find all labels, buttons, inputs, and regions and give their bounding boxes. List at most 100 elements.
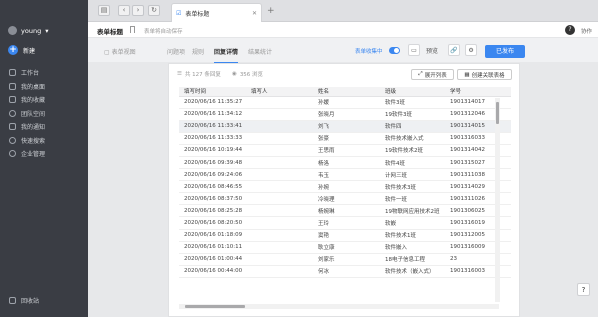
form-title[interactable]: 表单标题: [97, 26, 123, 36]
avatar: [8, 26, 17, 35]
sidebar-item-search[interactable]: 快速搜索: [9, 134, 85, 148]
table-cell: [246, 156, 313, 170]
table-cell: [246, 144, 313, 157]
bell-icon: [9, 123, 16, 131]
form-checkbox-icon: ☑: [176, 9, 182, 17]
sidebar: young ▾ + 新建 工作台 我的桌面 我的收藏 团队空间 我的通知 快速搜…: [0, 0, 88, 317]
sidebar-item-notifications[interactable]: 我的通知: [9, 120, 85, 134]
add-tab-icon[interactable]: +: [267, 6, 275, 16]
tab-responses[interactable]: 回复详情: [214, 47, 239, 63]
table-cell: 1901311026: [445, 192, 511, 206]
preview-button[interactable]: 预览: [423, 44, 441, 56]
table-cell: 2020/06/16 11:35:27: [179, 96, 246, 109]
create-table-label: 创建关联表格: [471, 72, 505, 79]
table-row[interactable]: 2020/06/16 08:20:50 王玲 软嵌 1901316019: [179, 216, 511, 230]
desktop-icon: [9, 82, 16, 90]
column-header[interactable]: 班级: [380, 87, 445, 97]
chevron-left-icon: ‹: [122, 6, 126, 14]
chevron-right-icon: ›: [136, 6, 140, 14]
tab-statistics[interactable]: 结果统计: [248, 47, 272, 56]
new-button-label: 新建: [23, 47, 36, 55]
table-cell: 1901306025: [445, 204, 511, 218]
table-cell: [246, 180, 313, 194]
scrollbar-thumb[interactable]: [185, 305, 245, 308]
gear-icon: ⚙: [468, 46, 474, 54]
table-cell: 韦玉: [313, 168, 380, 182]
column-header[interactable]: 姓名: [313, 87, 380, 97]
tab-form-view[interactable]: ▢ 表单视图: [104, 47, 136, 56]
sidebar-item-label: 工作台: [21, 70, 40, 78]
collect-toggle[interactable]: [389, 47, 400, 54]
table-row[interactable]: 2020/06/16 08:46:55 孙婉 软件技术3班 1901314029: [179, 180, 511, 194]
refresh-button[interactable]: ↻: [148, 5, 160, 16]
create-table-button[interactable]: ▦ 创建关联表格: [457, 69, 512, 80]
column-header[interactable]: 填写人: [246, 87, 313, 97]
chevron-down-icon: ▾: [45, 26, 49, 35]
vertical-scrollbar[interactable]: [495, 98, 500, 302]
settings-button[interactable]: ⚙: [465, 44, 477, 56]
table-row[interactable]: 2020/06/16 11:33:33 张豪 软件技术嵌入式 1901316033: [179, 132, 511, 145]
table-cell: 19物联网应用技术2班: [380, 204, 445, 218]
table-cell: 18电子信息工程: [380, 253, 445, 266]
table-cell: 软件四: [380, 120, 445, 133]
table-row[interactable]: 2020/06/16 09:24:06 韦玉 计网三班 1901311038: [179, 168, 511, 182]
table-cell: [246, 120, 313, 133]
sidebar-item-desktop[interactable]: 我的桌面: [9, 80, 85, 94]
horizontal-scrollbar[interactable]: [179, 304, 499, 309]
table-row[interactable]: 2020/06/16 08:25:28 杨婉琳 19物联网应用技术2班 1901306…: [179, 204, 511, 218]
table-cell: 软件技术3班: [380, 180, 445, 194]
table-cell: 何冰: [313, 265, 380, 278]
table-row[interactable]: 2020/06/16 10:19:44 王思雨 19软件技术2班 1901314042: [179, 144, 511, 157]
monitor-icon: ▭: [411, 46, 417, 54]
table-row[interactable]: 2020/06/16 09:39:48 杨洛 软件4班 1901315027: [179, 156, 511, 170]
table-cell: 23: [445, 253, 511, 266]
table-cell: 软件技术（嵌入式）: [380, 265, 445, 278]
sidebar-item-favorites[interactable]: 我的收藏: [9, 93, 85, 107]
user-menu[interactable]: young ▾: [8, 26, 48, 35]
help-icon[interactable]: ?: [565, 25, 575, 35]
form-view-icon: ▢: [104, 49, 112, 56]
table-cell: [246, 168, 313, 182]
table-row[interactable]: 2020/06/16 01:10:11 耿立康 软件嵌入 1901316009: [179, 241, 511, 254]
tab-label: 表单视图: [111, 49, 136, 56]
sub-toolbar: ▢ 表单视图 问题项 规则 回复详情 结果统计 表单收集中 ▭ 预览 🔗 ⚙ 已…: [88, 38, 598, 63]
sidebar-item-enterprise[interactable]: 企业管理: [9, 147, 85, 161]
table-cell: [246, 192, 313, 206]
tab-questions[interactable]: 问题项: [167, 47, 185, 56]
tab-rules[interactable]: 规则: [192, 47, 204, 56]
bookmark-icon[interactable]: [130, 26, 135, 33]
sidebar-item-recycle[interactable]: 回收站: [9, 296, 39, 305]
table-row[interactable]: 2020/06/16 11:34:12 张晓月 19软件3班 1901312046: [179, 108, 511, 121]
table-row[interactable]: 2020/06/16 08:37:50 冷晓理 软件一班 1901311026: [179, 192, 511, 206]
table-row[interactable]: 2020/06/16 01:00:44 刘家乐 18电子信息工程 23: [179, 253, 511, 266]
sidebar-item-label: 我的通知: [21, 124, 46, 132]
back-button[interactable]: ‹: [118, 5, 130, 16]
table-cell: 耿立康: [313, 241, 380, 254]
table-row[interactable]: 2020/06/16 11:35:27 孙媛 软件3班 1901314017: [179, 96, 511, 109]
table-cell: 王玲: [313, 216, 380, 230]
sidebar-toggle-button[interactable]: ▤: [98, 5, 110, 16]
tab-form[interactable]: ☑ 表单标题 ✕: [171, 3, 262, 22]
expand-list-button[interactable]: ⤢ 展开列表: [411, 69, 454, 80]
link-button[interactable]: 🔗: [448, 44, 460, 56]
scrollbar-thumb[interactable]: [496, 102, 499, 124]
forward-button[interactable]: ›: [132, 5, 144, 16]
help-button[interactable]: ?: [577, 283, 590, 296]
table-cell: 1901314042: [445, 144, 511, 157]
table-cell: 2020/06/16 01:10:11: [179, 241, 246, 254]
sidebar-item-team[interactable]: 团队空间: [9, 107, 85, 121]
screen-button[interactable]: ▭: [408, 44, 420, 56]
collab-button[interactable]: 协作: [581, 27, 592, 35]
column-header[interactable]: 填写时间: [179, 87, 246, 97]
table-cell: 2020/06/16 08:25:28: [179, 204, 246, 218]
column-header[interactable]: 学号: [445, 87, 511, 97]
close-icon[interactable]: ✕: [252, 10, 257, 17]
table-row[interactable]: 2020/06/16 11:33:41 刘飞 软件四 1901314015: [179, 120, 511, 133]
table-row[interactable]: 2020/06/16 01:18:09 窦艳 软件技术1班 1901312005: [179, 229, 511, 242]
publish-button[interactable]: 已发布: [485, 45, 525, 58]
tab-title: 表单标题: [185, 10, 210, 18]
table-row[interactable]: 2020/06/16 00:44:00 何冰 软件技术（嵌入式） 1901316003: [179, 265, 511, 278]
new-button[interactable]: + 新建: [8, 45, 35, 55]
table-cell: 1901316009: [445, 241, 511, 254]
sidebar-item-workbench[interactable]: 工作台: [9, 66, 85, 80]
